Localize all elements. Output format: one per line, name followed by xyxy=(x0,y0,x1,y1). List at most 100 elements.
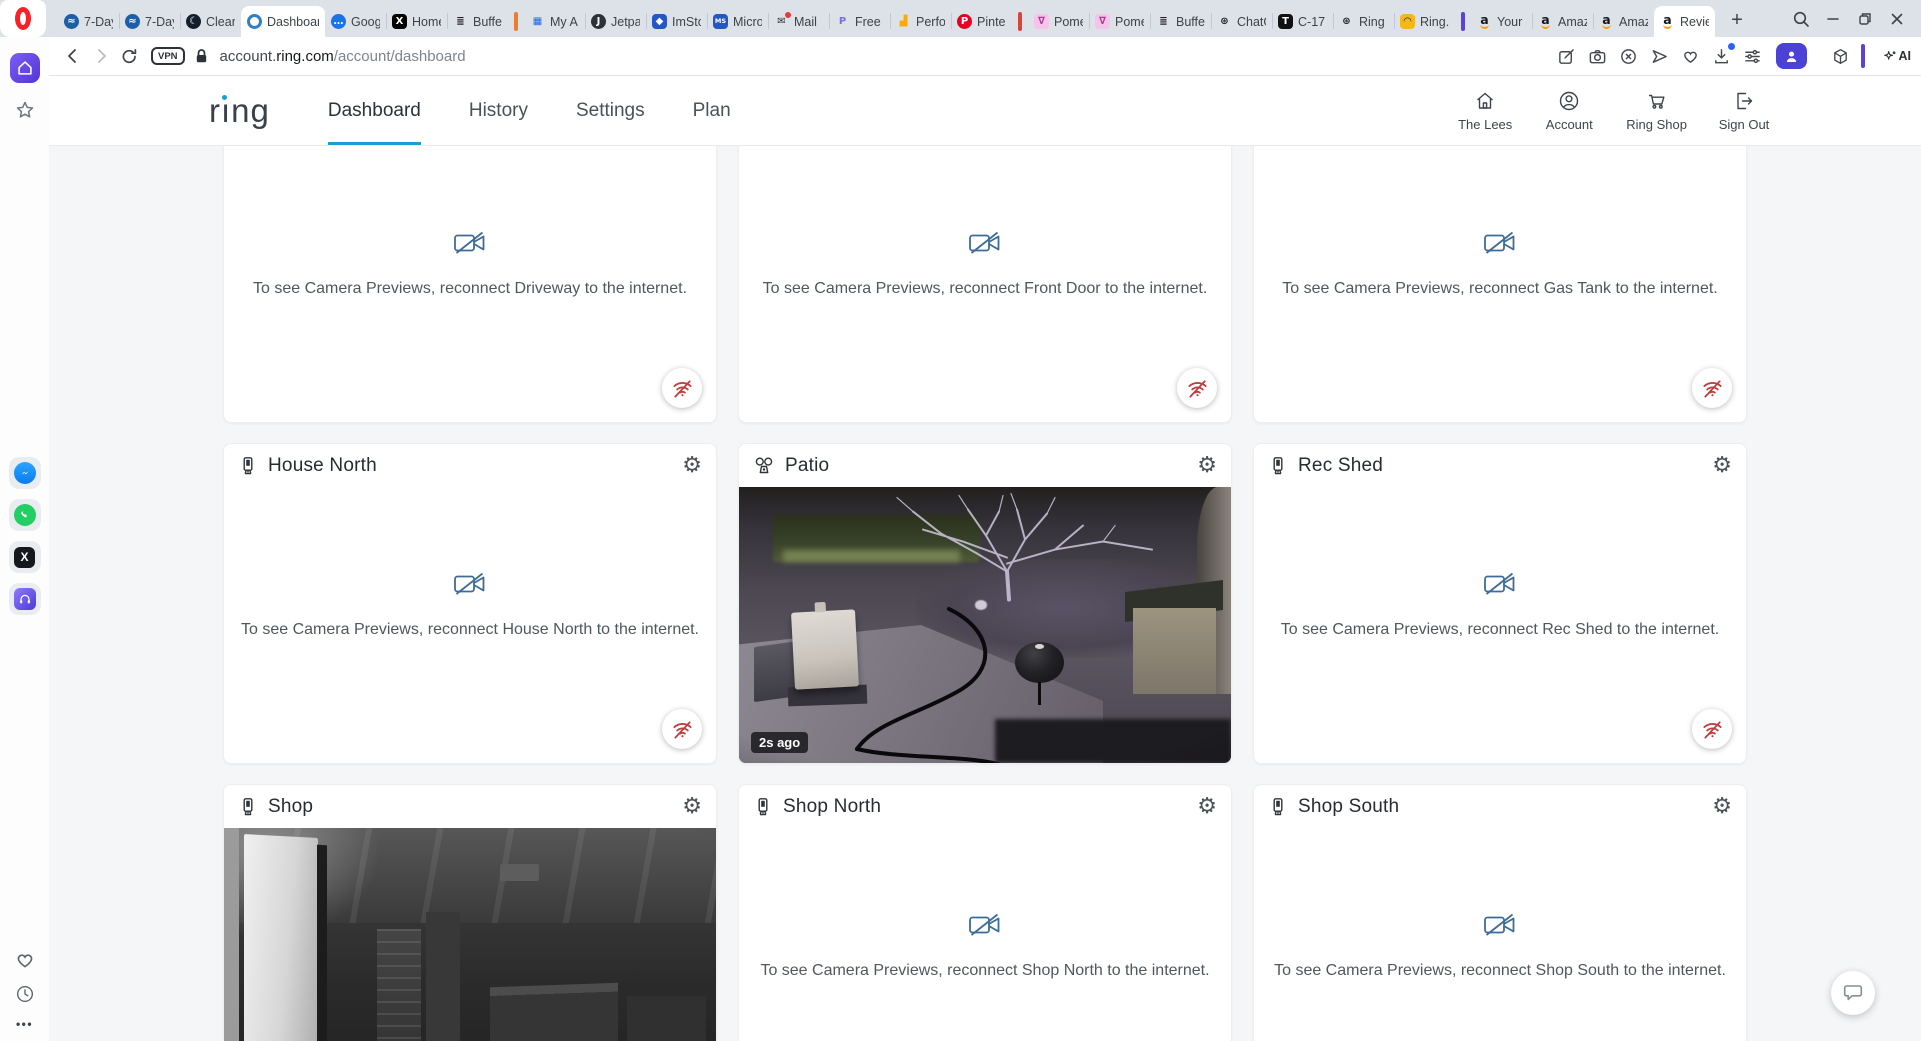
browser-tab[interactable]: ◠Ring.c xyxy=(1394,6,1455,37)
window-minimize-button[interactable] xyxy=(1817,3,1849,35)
camera-card[interactable]: Shop North⚙To see Camera Previews, recon… xyxy=(738,784,1232,1041)
tab-plan[interactable]: Plan xyxy=(693,76,731,145)
url-field[interactable]: account.ring.com/account/dashboard xyxy=(220,48,466,65)
browser-tab[interactable]: ∇Pome xyxy=(1028,6,1089,37)
browser-tab[interactable]: ≣Buffer xyxy=(1150,6,1211,37)
camera-off-icon xyxy=(1254,912,1746,938)
whatsapp-button[interactable] xyxy=(9,499,41,531)
tab-group-separator xyxy=(1461,12,1465,31)
wifi-offline-button[interactable] xyxy=(662,709,702,749)
account-button[interactable]: Account xyxy=(1542,89,1596,132)
settings-gear-icon[interactable]: ⚙ xyxy=(1712,455,1732,477)
browser-tab[interactable]: ⊛ChatG xyxy=(1211,6,1272,37)
browser-tab[interactable]: JJetpa xyxy=(585,6,646,37)
browser-tab[interactable]: ∇Pome xyxy=(1089,6,1150,37)
send-to-flow-icon[interactable] xyxy=(1647,43,1673,69)
browser-tab[interactable]: ▟Perfo xyxy=(890,6,951,37)
camera-card[interactable]: Shop⚙ xyxy=(223,784,717,1041)
tab-dashboard[interactable]: Dashboard xyxy=(328,76,421,145)
browser-tab[interactable]: ☾Clear xyxy=(180,6,241,37)
window-close-button[interactable] xyxy=(1881,3,1913,35)
camera-card[interactable]: To see Camera Previews, reconnect Front … xyxy=(738,146,1232,423)
profile-button[interactable] xyxy=(1776,43,1807,69)
camera-offline-body[interactable]: To see Camera Previews, reconnect Gas Ta… xyxy=(1254,146,1746,422)
wifi-offline-button[interactable] xyxy=(1692,709,1732,749)
easy-setup-sliders-icon[interactable] xyxy=(1740,43,1766,69)
x-twitter-button[interactable]: X xyxy=(9,541,41,573)
settings-gear-icon[interactable]: ⚙ xyxy=(682,796,702,818)
sidebar-more-icon[interactable]: ••• xyxy=(16,1017,33,1031)
workspace-star-button[interactable] xyxy=(13,99,37,123)
browser-tab[interactable]: aYour xyxy=(1471,6,1532,37)
camera-offline-body[interactable]: To see Camera Previews, reconnect Shop S… xyxy=(1254,828,1746,1041)
player-button[interactable] xyxy=(9,583,41,615)
browser-tab[interactable]: MSMicro xyxy=(707,6,768,37)
settings-gear-icon[interactable]: ⚙ xyxy=(1197,455,1217,477)
camera-live-preview[interactable] xyxy=(224,828,716,1041)
browser-tab[interactable]: aAmaz xyxy=(1593,6,1654,37)
vpn-badge[interactable]: VPN xyxy=(151,47,185,65)
browser-tab[interactable]: ✉Mail xyxy=(768,6,829,37)
camera-offline-body[interactable]: To see Camera Previews, reconnect Drivew… xyxy=(224,146,716,422)
favorites-heart-icon[interactable] xyxy=(1678,43,1704,69)
browser-tab[interactable]: ≣Buffer xyxy=(447,6,508,37)
wifi-offline-button[interactable] xyxy=(1692,368,1732,408)
forward-button[interactable] xyxy=(87,42,115,70)
browser-tab[interactable]: PPinter xyxy=(951,6,1012,37)
browser-tab[interactable]: ◆ImSto xyxy=(646,6,707,37)
browser-tab[interactable]: ≈7-Day xyxy=(119,6,180,37)
favorites-heart-icon[interactable] xyxy=(14,949,36,971)
browser-tab[interactable]: TC-17 xyxy=(1272,6,1333,37)
help-chat-button[interactable] xyxy=(1831,971,1875,1015)
settings-gear-icon[interactable]: ⚙ xyxy=(1712,796,1732,818)
sidebar-panel-indicator[interactable] xyxy=(1861,44,1865,68)
camera-offline-body[interactable]: To see Camera Previews, reconnect Rec Sh… xyxy=(1254,487,1746,763)
browser-tab[interactable]: ≈7-Day xyxy=(58,6,119,37)
spotlight-camera-icon xyxy=(1268,797,1288,817)
browser-tab[interactable]: ⊛Ring C xyxy=(1333,6,1394,37)
browser-tab[interactable]: …Goog xyxy=(325,6,386,37)
browser-tab[interactable]: PFree P xyxy=(829,6,890,37)
browser-tab[interactable]: aRevie xyxy=(1654,6,1715,37)
ring-shop-button[interactable]: Ring Shop xyxy=(1626,89,1687,132)
camera-card[interactable]: House North⚙To see Camera Previews, reco… xyxy=(223,443,717,764)
reload-button[interactable] xyxy=(115,42,143,70)
blocker-icon[interactable] xyxy=(1616,43,1642,69)
camera-offline-body[interactable]: To see Camera Previews, reconnect Front … xyxy=(739,146,1231,422)
browser-tab[interactable]: Dashboard xyxy=(241,6,325,37)
wifi-offline-button[interactable] xyxy=(662,368,702,408)
camera-offline-body[interactable]: To see Camera Previews, reconnect House … xyxy=(224,487,716,763)
opera-menu-button[interactable] xyxy=(0,0,46,37)
downloads-icon[interactable] xyxy=(1709,43,1735,69)
back-button[interactable] xyxy=(59,42,87,70)
messenger-button[interactable] xyxy=(9,457,41,489)
camera-card[interactable]: Rec Shed⚙To see Camera Previews, reconne… xyxy=(1253,443,1747,764)
new-tab-button[interactable]: + xyxy=(1725,9,1749,32)
camera-snapshot-icon[interactable] xyxy=(1585,43,1611,69)
workspace-home-button[interactable] xyxy=(10,53,40,83)
edit-snapshot-icon[interactable] xyxy=(1554,43,1580,69)
sign-out-button[interactable]: Sign Out xyxy=(1717,89,1771,132)
extensions-cube-icon[interactable] xyxy=(1828,43,1854,69)
tab-search-icon[interactable] xyxy=(1785,3,1817,35)
browser-tab[interactable]: ▦My A xyxy=(524,6,585,37)
camera-card[interactable]: To see Camera Previews, reconnect Gas Ta… xyxy=(1253,146,1747,423)
history-clock-icon[interactable] xyxy=(14,983,36,1005)
camera-offline-body[interactable]: To see Camera Previews, reconnect Shop N… xyxy=(739,828,1231,1041)
window-restore-button[interactable] xyxy=(1849,3,1881,35)
wifi-offline-button[interactable] xyxy=(1177,368,1217,408)
camera-card[interactable]: To see Camera Previews, reconnect Drivew… xyxy=(223,146,717,423)
tab-settings[interactable]: Settings xyxy=(576,76,645,145)
browser-tab[interactable]: XHome xyxy=(386,6,447,37)
ring-logo[interactable]: rıng xyxy=(209,94,270,127)
settings-gear-icon[interactable]: ⚙ xyxy=(682,455,702,477)
camera-live-preview[interactable]: 2s ago xyxy=(739,487,1231,763)
aria-ai-button[interactable]: AI xyxy=(1882,49,1912,64)
camera-card[interactable]: Shop South⚙To see Camera Previews, recon… xyxy=(1253,784,1747,1041)
camera-card[interactable]: Patio⚙2s ago xyxy=(738,443,1232,764)
tab-history[interactable]: History xyxy=(469,76,528,145)
location-the-lees-button[interactable]: The Lees xyxy=(1458,89,1512,132)
lock-icon[interactable] xyxy=(194,48,209,64)
settings-gear-icon[interactable]: ⚙ xyxy=(1197,796,1217,818)
browser-tab[interactable]: aAmaz xyxy=(1532,6,1593,37)
